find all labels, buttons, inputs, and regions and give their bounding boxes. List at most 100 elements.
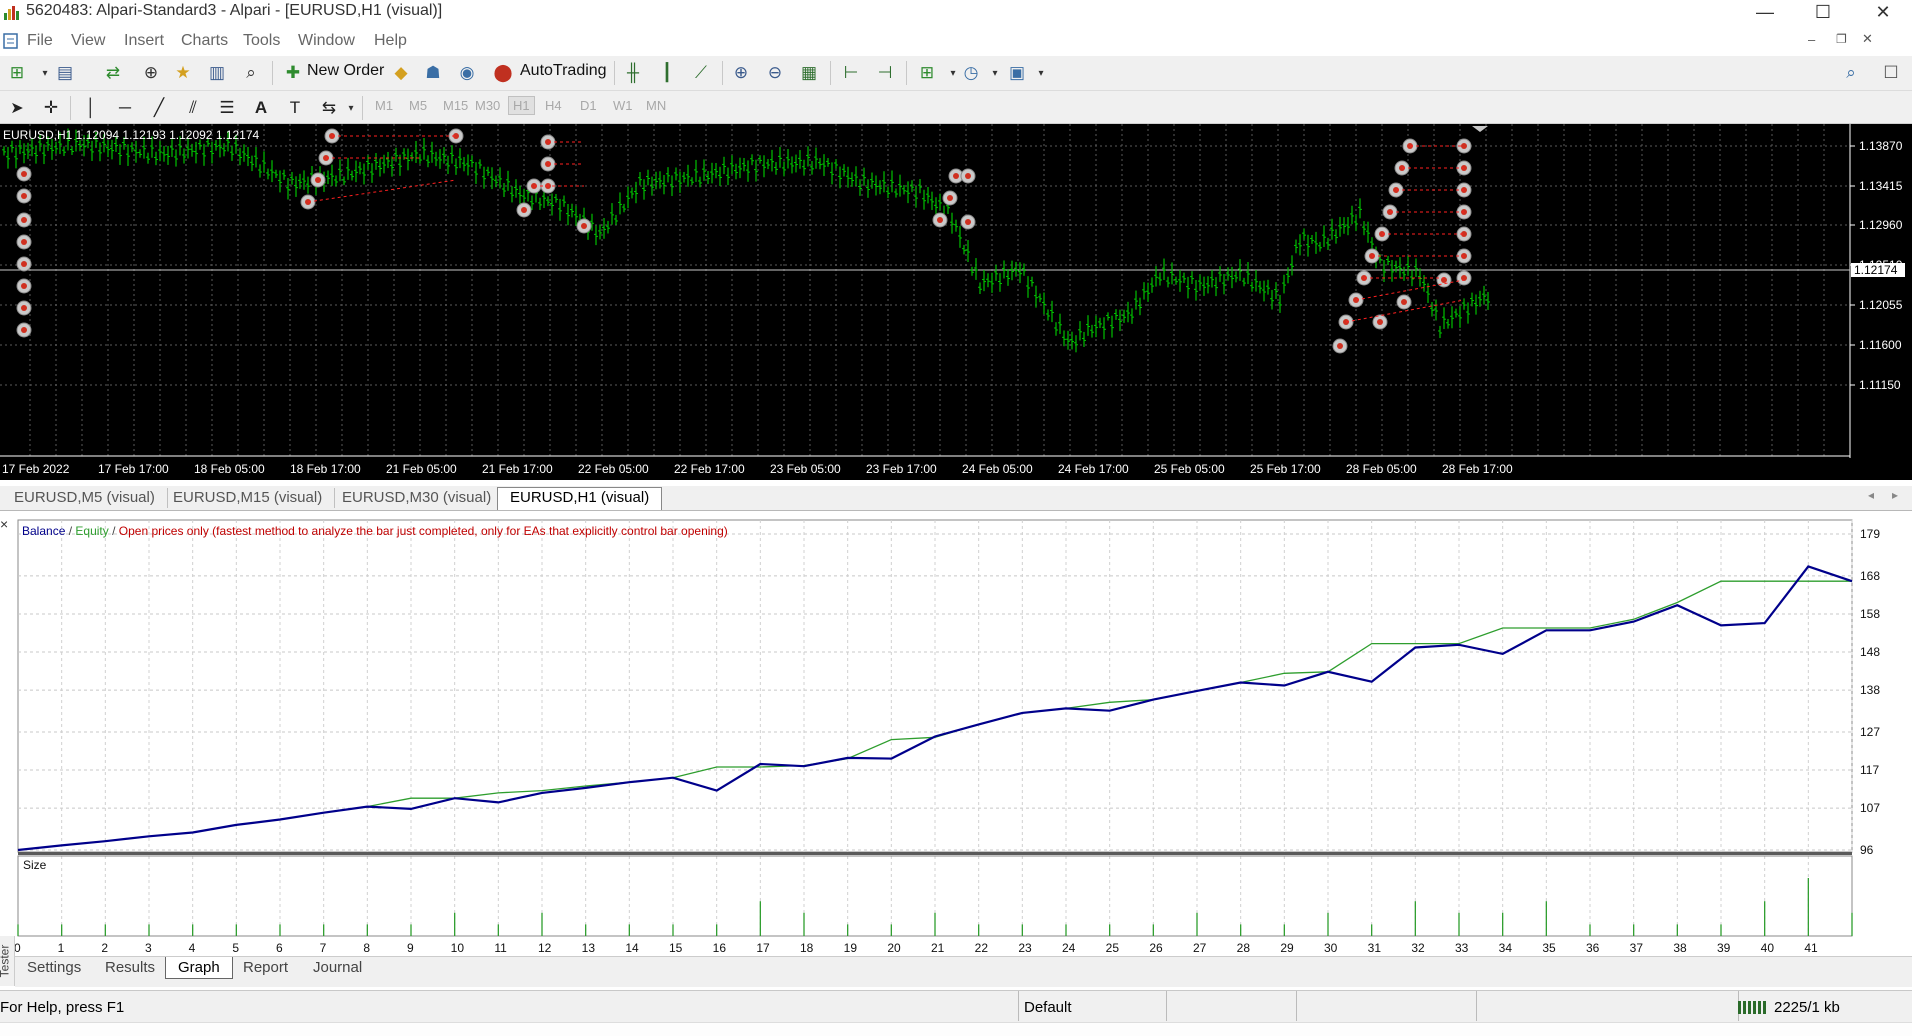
chart-tab-h1[interactable]: EURUSD,H1 (visual) bbox=[497, 487, 663, 510]
chart-tab-m30[interactable]: EURUSD,M30 (visual) bbox=[330, 488, 505, 508]
trendline-icon[interactable]: ╱ bbox=[146, 95, 172, 121]
menu-bar: File View Insert Charts Tools Window Hel… bbox=[0, 28, 1912, 56]
price-label: 1.12960 bbox=[1859, 218, 1903, 232]
text-label-icon[interactable]: T bbox=[282, 95, 308, 121]
equidistant-channel-icon[interactable]: ⫽ bbox=[180, 95, 206, 121]
doc-restore-button[interactable]: ❐ bbox=[1836, 32, 1847, 46]
menu-window[interactable]: Window bbox=[298, 32, 355, 50]
time-label: 17 Feb 17:00 bbox=[98, 462, 169, 476]
terminal-icon[interactable]: ▥ bbox=[204, 60, 230, 86]
doc-minimize-button[interactable]: – bbox=[1808, 32, 1815, 47]
timeframe-h4[interactable]: H4 bbox=[545, 98, 562, 113]
menu-insert[interactable]: Insert bbox=[124, 32, 164, 50]
templates-icon[interactable]: ▣ bbox=[1004, 60, 1030, 86]
price-label: 1.13415 bbox=[1859, 179, 1903, 193]
crosshair-icon[interactable]: ✛ bbox=[38, 95, 64, 121]
tester-tab-settings[interactable]: Settings bbox=[15, 957, 93, 978]
signals-icon[interactable]: ☗ bbox=[420, 60, 446, 86]
timeframe-h1[interactable]: H1 bbox=[508, 96, 535, 115]
toolbar-separator bbox=[614, 61, 615, 85]
new-order-button[interactable]: New Order bbox=[307, 62, 384, 80]
vertical-line-icon[interactable]: │ bbox=[78, 95, 104, 121]
x-tick-label: 30 bbox=[1324, 941, 1338, 955]
autotrading-icon[interactable]: ⬤ bbox=[490, 60, 516, 86]
close-button[interactable]: ✕ bbox=[1860, 0, 1906, 26]
fibonacci-icon[interactable]: ☰ bbox=[214, 95, 240, 121]
toolbar-separator bbox=[70, 96, 71, 120]
menu-tools[interactable]: Tools bbox=[243, 32, 280, 50]
zoom-out-icon[interactable]: ⊖ bbox=[762, 60, 788, 86]
x-tick-label: 24 bbox=[1062, 941, 1076, 955]
x-tick-label: 21 bbox=[931, 941, 945, 955]
new-order-icon[interactable]: ✚ bbox=[280, 60, 306, 86]
x-tick-label: 28 bbox=[1237, 941, 1251, 955]
tester-tab-journal[interactable]: Journal bbox=[301, 957, 374, 978]
x-tick-label: 34 bbox=[1499, 941, 1513, 955]
chat-icon[interactable]: ☐ bbox=[1878, 60, 1904, 86]
price-chart[interactable]: 1.138701.134151.129601.125101.120551.116… bbox=[0, 124, 1912, 480]
doc-close-button[interactable]: ✕ bbox=[1862, 31, 1873, 47]
timeframe-m15[interactable]: M15 bbox=[443, 98, 468, 113]
timeframe-d1[interactable]: D1 bbox=[580, 98, 597, 113]
window-title: 5620483: Alpari-Standard3 - Alpari - [EU… bbox=[26, 2, 443, 19]
navigator-icon[interactable]: ★ bbox=[170, 60, 196, 86]
tester-tabs-bar: Settings Results Graph Report Journal bbox=[15, 956, 1912, 987]
trade-marker-dot bbox=[953, 173, 959, 179]
tabs-scroll-left-icon[interactable]: ◂ bbox=[1868, 488, 1874, 502]
line-chart-icon[interactable]: ⟋ bbox=[688, 60, 714, 86]
arrows-dropdown-icon[interactable]: ▾ bbox=[338, 95, 364, 121]
chart-shift-icon[interactable]: ⊢ bbox=[838, 60, 864, 86]
tester-tab-graph[interactable]: Graph bbox=[165, 957, 233, 979]
menu-view[interactable]: View bbox=[71, 32, 105, 50]
metaeditor-icon[interactable]: ◆ bbox=[388, 60, 414, 86]
profiles-icon[interactable]: ▤ bbox=[52, 60, 78, 86]
y-tick-label: 107 bbox=[1860, 801, 1880, 815]
text-icon[interactable]: A bbox=[248, 95, 274, 121]
templates-dropdown-icon[interactable]: ▾ bbox=[1028, 60, 1054, 86]
timeframe-m1[interactable]: M1 bbox=[375, 98, 393, 113]
toolbar-separator bbox=[272, 61, 273, 85]
timeframe-m5[interactable]: M5 bbox=[409, 98, 427, 113]
data-window-icon[interactable]: ⊕ bbox=[138, 60, 164, 86]
candlestick-icon[interactable]: ┃ bbox=[654, 60, 680, 86]
trade-marker-dot bbox=[521, 207, 527, 213]
horizontal-line-icon[interactable]: ─ bbox=[112, 95, 138, 121]
x-tick-label: 13 bbox=[582, 941, 596, 955]
chart-tab-m5[interactable]: EURUSD,M5 (visual) bbox=[2, 488, 168, 508]
trade-marker-dot bbox=[1377, 319, 1383, 325]
x-tick-label: 15 bbox=[669, 941, 683, 955]
maximize-button[interactable]: ☐ bbox=[1800, 0, 1846, 26]
market-icon[interactable]: ◉ bbox=[454, 60, 480, 86]
timeframe-mn[interactable]: MN bbox=[646, 98, 666, 113]
market-watch-icon[interactable]: ⇄ bbox=[100, 60, 126, 86]
os-taskbar bbox=[0, 1022, 1912, 1036]
indicators-icon[interactable]: ⊞ bbox=[914, 60, 940, 86]
price-label: 1.12055 bbox=[1859, 298, 1903, 312]
new-chart-icon[interactable]: ⊞ bbox=[4, 60, 30, 86]
bar-chart-icon[interactable]: ╫ bbox=[620, 60, 646, 86]
trade-marker-dot bbox=[21, 283, 27, 289]
periods-icon[interactable]: ◷ bbox=[958, 60, 984, 86]
timeframe-w1[interactable]: W1 bbox=[613, 98, 633, 113]
menu-charts[interactable]: Charts bbox=[181, 32, 228, 50]
menu-help[interactable]: Help bbox=[374, 32, 407, 50]
x-tick-label: 20 bbox=[887, 941, 901, 955]
autotrading-button[interactable]: AutoTrading bbox=[520, 62, 607, 80]
cursor-icon[interactable]: ➤ bbox=[4, 95, 30, 121]
tabs-scroll-right-icon[interactable]: ▸ bbox=[1892, 488, 1898, 502]
tester-tab-results[interactable]: Results bbox=[93, 957, 167, 978]
tester-tab-report[interactable]: Report bbox=[231, 957, 300, 978]
auto-scroll-icon[interactable]: ⊣ bbox=[872, 60, 898, 86]
menu-file[interactable]: File bbox=[27, 32, 53, 50]
chart-tab-m15[interactable]: EURUSD,M15 (visual) bbox=[161, 488, 336, 508]
zoom-in-icon[interactable]: ⊕ bbox=[728, 60, 754, 86]
x-tick-label: 9 bbox=[407, 941, 414, 955]
minimize-button[interactable]: — bbox=[1742, 0, 1788, 26]
legend-equity: Equity bbox=[75, 524, 109, 538]
tester-side-label: Tester bbox=[0, 944, 12, 978]
tile-windows-icon[interactable]: ▦ bbox=[796, 60, 822, 86]
strategy-tester-icon[interactable]: ⌕ bbox=[238, 60, 264, 86]
timeframe-m30[interactable]: M30 bbox=[475, 98, 500, 113]
status-divider bbox=[1296, 991, 1297, 1021]
search-icon[interactable]: ⌕ bbox=[1838, 60, 1864, 86]
